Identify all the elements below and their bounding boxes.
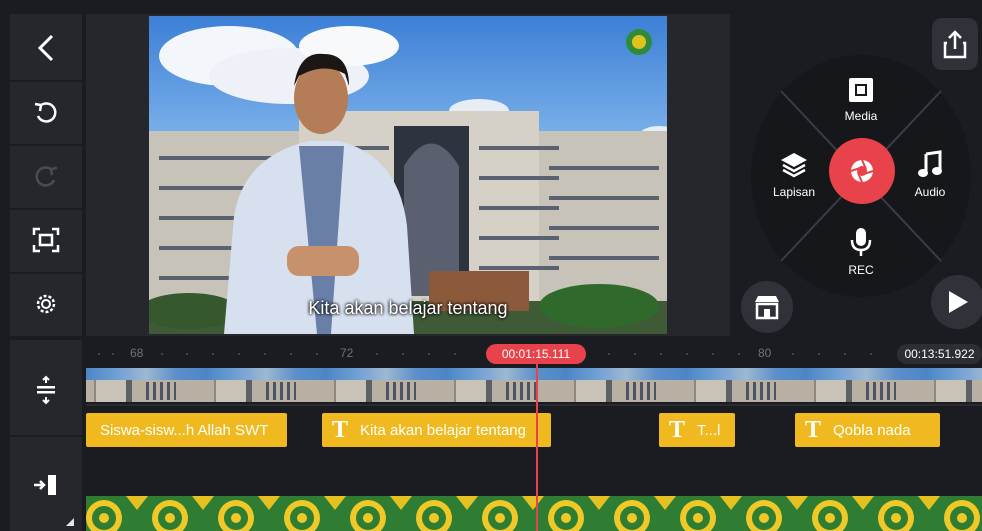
asset-store-button[interactable]: [739, 279, 795, 335]
audio-note-icon: [918, 150, 942, 177]
redo-icon: [35, 166, 58, 187]
fit-screen-button[interactable]: [10, 210, 82, 270]
text-clip[interactable]: T Kita akan belajar tentang: [322, 413, 551, 447]
layer-icon: [781, 153, 807, 178]
overlay-track-pattern: [86, 496, 980, 531]
ruler-tick: 68: [130, 346, 144, 360]
audio-label: Audio: [914, 185, 946, 199]
text-clip-label: T...l: [697, 421, 721, 439]
back-arrow-icon: [37, 34, 54, 62]
video-preview[interactable]: [149, 16, 667, 334]
text-clip-label: Kita akan belajar tentang: [360, 421, 526, 439]
layer-label: Lapisan: [772, 185, 816, 199]
rec-label: REC: [848, 263, 874, 277]
play-icon: [949, 291, 968, 313]
asset-store-icon: [755, 296, 779, 320]
timeline-toolbar-divider: [10, 435, 82, 437]
jump-to-end-icon: [34, 475, 56, 495]
text-clip-icon: T: [805, 416, 822, 443]
ruler-tick: 72: [340, 346, 354, 360]
text-clip-label: Qobla nada: [833, 421, 911, 439]
camera-record-button[interactable]: [829, 138, 895, 204]
redo-button[interactable]: [10, 146, 82, 206]
back-button[interactable]: [10, 18, 82, 78]
total-duration-badge: 00:13:51.922: [897, 344, 982, 364]
camera-record-icon: [850, 159, 874, 183]
settings-button[interactable]: [10, 274, 82, 334]
media-label: Media: [844, 109, 878, 123]
expand-corner-icon[interactable]: [66, 518, 74, 526]
settings-gear-icon: [36, 294, 56, 314]
playhead[interactable]: [536, 360, 538, 531]
undo-icon: [34, 102, 57, 123]
jump-to-end-button[interactable]: [10, 460, 82, 510]
text-clip[interactable]: Siswa-sisw...h Allah SWT: [86, 413, 287, 447]
track-height-icon: [37, 375, 55, 405]
text-clip-label: Siswa-sisw...h Allah SWT: [100, 421, 269, 439]
text-clip-icon: T: [332, 416, 349, 443]
video-track[interactable]: [86, 368, 982, 402]
media-button[interactable]: Media: [826, 76, 896, 123]
text-clip[interactable]: T Qobla nada: [795, 413, 940, 447]
text-clip-icon: T: [669, 416, 686, 443]
text-clip[interactable]: T T...l: [659, 413, 735, 447]
video-frame: [149, 26, 667, 334]
track-divider: [86, 404, 982, 406]
overlay-track[interactable]: [86, 496, 982, 531]
layer-button[interactable]: Lapisan: [759, 150, 829, 199]
media-icon: [849, 78, 873, 102]
subtitle-caption: Kita akan belajar tentang: [308, 298, 508, 318]
microphone-icon: [850, 228, 872, 256]
rec-button[interactable]: REC: [826, 226, 896, 277]
track-height-button[interactable]: [10, 365, 82, 415]
audio-button[interactable]: Audio: [895, 150, 965, 199]
fit-screen-icon: [32, 227, 60, 253]
undo-button[interactable]: [10, 82, 82, 142]
ruler-tick: 80: [758, 346, 772, 360]
play-button[interactable]: [931, 275, 982, 329]
